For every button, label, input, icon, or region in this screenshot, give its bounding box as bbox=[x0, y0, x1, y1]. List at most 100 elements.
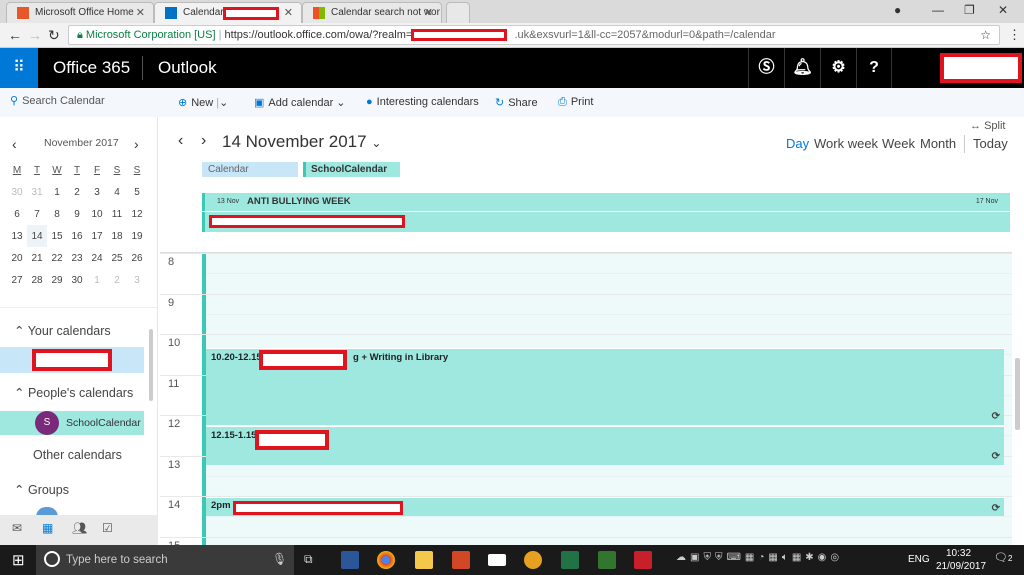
search-calendar-input[interactable]: ⚲ Search Calendar bbox=[10, 94, 105, 107]
mail-app-icon[interactable] bbox=[488, 554, 506, 566]
groups-header[interactable]: ⌃ Groups bbox=[14, 482, 69, 497]
mini-calendar-day[interactable]: 27 bbox=[7, 269, 27, 291]
skype-icon[interactable]: Ⓢ bbox=[748, 48, 784, 88]
new-button[interactable]: ⊕ New |⌄ bbox=[178, 96, 228, 109]
calendar-scrollbar[interactable] bbox=[1015, 358, 1020, 430]
word-icon[interactable] bbox=[341, 551, 359, 569]
close-window-icon[interactable]: ✕ bbox=[998, 3, 1008, 17]
help-icon[interactable]: ? bbox=[856, 48, 892, 88]
calendar-chip[interactable]: Calendar bbox=[202, 162, 298, 177]
people-icon[interactable]: 👥︎ bbox=[72, 521, 87, 535]
mini-calendar-day[interactable]: 1 bbox=[47, 181, 67, 203]
microphone-icon[interactable]: 🎙︎ bbox=[272, 552, 287, 566]
powerpoint-icon[interactable] bbox=[452, 551, 470, 569]
app-title[interactable]: Outlook bbox=[158, 58, 217, 78]
schoolcalendar-chip[interactable]: SchoolCalendar bbox=[303, 162, 400, 177]
forward-icon[interactable]: → bbox=[28, 27, 42, 43]
add-calendar-button[interactable]: ▣ Add calendar ⌄ bbox=[254, 96, 346, 109]
url-input[interactable]: 🔒︎ Microsoft Corporation [US] | https://… bbox=[68, 25, 1000, 45]
mini-calendar-day[interactable]: 18 bbox=[107, 225, 127, 247]
peoples-calendars-header[interactable]: ⌃ People's calendars bbox=[14, 385, 133, 400]
mini-calendar-day[interactable]: 10 bbox=[87, 203, 107, 225]
mini-calendar-day[interactable]: 22 bbox=[47, 247, 67, 269]
app-icon[interactable] bbox=[524, 551, 542, 569]
mini-calendar-day[interactable]: 3 bbox=[87, 181, 107, 203]
print-button[interactable]: ⎙ Print bbox=[558, 96, 593, 109]
today-button[interactable]: Today bbox=[973, 136, 1008, 151]
mini-calendar-day[interactable]: 28 bbox=[27, 269, 47, 291]
bell-icon[interactable]: 🔔︎ bbox=[784, 48, 820, 88]
minimize-icon[interactable]: — bbox=[932, 3, 944, 17]
mail-icon[interactable]: ✉ bbox=[12, 521, 22, 535]
app-launcher-icon[interactable]: ⠿ bbox=[0, 48, 38, 88]
close-tab-icon[interactable]: ✕ bbox=[424, 6, 433, 19]
mini-calendar-day[interactable]: 30 bbox=[67, 269, 87, 291]
suite-title[interactable]: Office 365 bbox=[53, 58, 130, 78]
back-icon[interactable]: ← bbox=[8, 27, 22, 43]
bookmark-star-icon[interactable]: ☆ bbox=[980, 28, 991, 42]
mini-calendar-day[interactable]: 24 bbox=[87, 247, 107, 269]
mini-calendar-day[interactable]: 5 bbox=[127, 181, 147, 203]
view-week[interactable]: Week bbox=[882, 136, 915, 151]
close-tab-icon[interactable]: ✕ bbox=[136, 6, 145, 19]
tasks-icon[interactable]: ☑ bbox=[102, 521, 113, 535]
sidebar-scrollbar[interactable] bbox=[149, 329, 153, 401]
mini-calendar-day[interactable]: 12 bbox=[127, 203, 147, 225]
event-3[interactable]: 2pm ⟳ bbox=[206, 497, 1004, 516]
mini-calendar-day[interactable]: 2 bbox=[67, 181, 87, 203]
windows-start-icon[interactable]: ⊞ bbox=[12, 551, 25, 569]
system-tray-icons[interactable]: ☁▣⛨⛨⌨▦◔▦🔈︎▦✱◉◎ bbox=[676, 552, 843, 563]
mini-calendar-day[interactable]: 15 bbox=[47, 225, 67, 247]
profile-icon[interactable]: ● bbox=[894, 3, 901, 17]
view-month[interactable]: Month bbox=[920, 136, 956, 151]
chrome-icon[interactable] bbox=[377, 551, 395, 569]
mini-calendar-day[interactable]: 29 bbox=[47, 269, 67, 291]
mini-calendar-day[interactable]: 30 bbox=[7, 181, 27, 203]
flash-app-icon[interactable] bbox=[634, 551, 652, 569]
reload-icon[interactable]: ↻ bbox=[48, 27, 60, 44]
your-calendars-header[interactable]: ⌃ Your calendars bbox=[14, 323, 111, 338]
chevron-down-icon[interactable]: ⌄ bbox=[219, 97, 228, 109]
mini-calendar-day[interactable]: 6 bbox=[7, 203, 27, 225]
notifications-icon[interactable]: 🗨︎2 bbox=[994, 551, 1012, 564]
prev-month-button[interactable]: ‹ bbox=[12, 136, 17, 152]
mini-calendar-day[interactable]: 19 bbox=[127, 225, 147, 247]
tab-calendar-search[interactable]: Calendar search not wor ✕ bbox=[302, 2, 442, 23]
mini-calendar-day[interactable]: 7 bbox=[27, 203, 47, 225]
other-calendars[interactable]: Other calendars bbox=[33, 448, 122, 462]
next-day-button[interactable]: › bbox=[201, 132, 206, 150]
mini-calendar-day[interactable]: 2 bbox=[107, 269, 127, 291]
tab-calendar[interactable]: Calendar – ✕ bbox=[154, 2, 302, 23]
mini-calendar-day[interactable]: 23 bbox=[67, 247, 87, 269]
prev-day-button[interactable]: ‹ bbox=[178, 132, 183, 150]
allday-event-2[interactable] bbox=[202, 212, 1010, 232]
mini-calendar-day[interactable]: 3 bbox=[127, 269, 147, 291]
clock-date[interactable]: 21/09/2017 bbox=[936, 561, 986, 572]
share-button[interactable]: ↻ Share bbox=[495, 96, 538, 109]
mini-calendar-day[interactable]: 16 bbox=[67, 225, 87, 247]
project-icon[interactable] bbox=[598, 551, 616, 569]
interesting-calendars-button[interactable]: ● Interesting calendars bbox=[366, 96, 479, 108]
calendar-item-selected[interactable] bbox=[0, 347, 144, 373]
next-month-button[interactable]: › bbox=[134, 136, 139, 152]
event-2[interactable]: 12.15-1.15 ⟳ bbox=[206, 426, 1004, 465]
taskbar-search-input[interactable]: Type here to search 🎙︎ bbox=[36, 545, 294, 575]
mini-calendar-day[interactable]: 13 bbox=[7, 225, 27, 247]
mini-calendar-day[interactable]: 17 bbox=[87, 225, 107, 247]
calendar-icon[interactable]: ▦ bbox=[42, 521, 53, 535]
gear-icon[interactable]: ⚙ bbox=[820, 48, 856, 88]
view-day[interactable]: Day bbox=[786, 136, 809, 151]
mini-calendar-day[interactable]: 21 bbox=[27, 247, 47, 269]
mini-calendar-day[interactable]: 31 bbox=[27, 181, 47, 203]
mini-calendar-day[interactable]: 14 bbox=[27, 225, 47, 247]
restore-icon[interactable]: ❐ bbox=[964, 3, 975, 17]
event-1[interactable]: 10.20-12.15 g + Writing in Library ⟳ bbox=[206, 348, 1004, 425]
account-redaction[interactable] bbox=[940, 53, 1022, 83]
menu-icon[interactable]: ⋮ bbox=[1008, 27, 1021, 43]
tab-office-home[interactable]: Microsoft Office Home ✕ bbox=[6, 2, 154, 23]
new-tab-button[interactable] bbox=[446, 2, 470, 23]
clock-time[interactable]: 10:32 bbox=[946, 548, 971, 559]
calendar-item-schoolcalendar[interactable]: S SchoolCalendar bbox=[0, 411, 144, 435]
close-tab-icon[interactable]: ✕ bbox=[284, 6, 293, 19]
excel-icon[interactable] bbox=[561, 551, 579, 569]
